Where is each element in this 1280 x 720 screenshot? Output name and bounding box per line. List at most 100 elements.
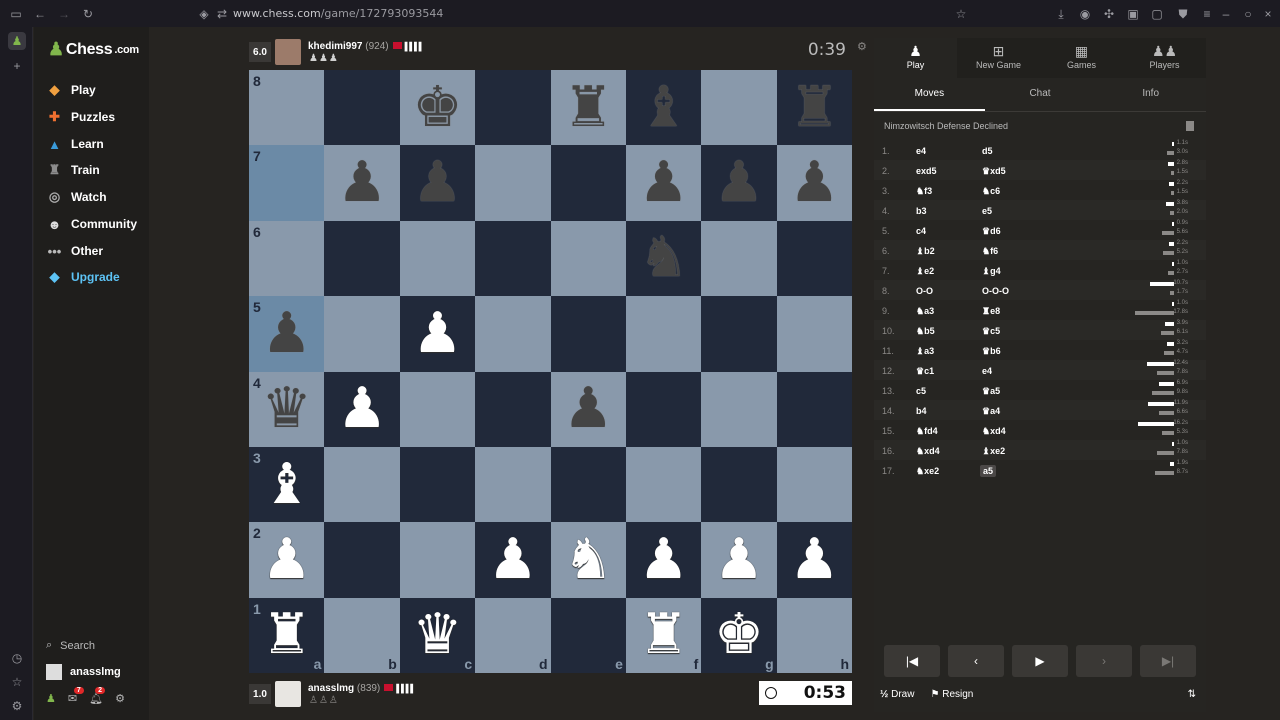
- square-a5[interactable]: 5 ♟: [249, 296, 325, 372]
- square-g2[interactable]: ♟: [701, 522, 777, 598]
- square-c4[interactable]: [399, 371, 476, 447]
- downloads-icon[interactable]: ⤓: [1053, 6, 1069, 22]
- white-move[interactable]: ♞a3: [916, 306, 934, 317]
- square-b1[interactable]: b: [324, 597, 400, 673]
- resign-button[interactable]: ⚑ Resign: [930, 689, 973, 700]
- black-knight-piece[interactable]: ♞: [638, 230, 688, 286]
- square-a1[interactable]: 1 a ♜: [249, 597, 325, 673]
- black-move[interactable]: ♛a5: [982, 386, 1000, 397]
- white-move[interactable]: ♞xd4: [916, 446, 940, 457]
- square-h8[interactable]: ♜: [776, 70, 852, 146]
- black-move[interactable]: e4: [982, 366, 992, 376]
- tab-games[interactable]: ▦ Games: [1040, 38, 1123, 78]
- draw-button[interactable]: ½ Draw: [880, 689, 914, 700]
- square-h4[interactable]: [776, 371, 852, 447]
- white-pawn-piece[interactable]: ♟: [337, 381, 387, 437]
- square-b7[interactable]: ♟: [324, 145, 400, 221]
- square-f8[interactable]: ♝: [625, 70, 702, 146]
- forward-icon[interactable]: →: [56, 6, 72, 22]
- account-icon[interactable]: ◉: [1077, 6, 1093, 22]
- black-move[interactable]: ♞f6: [982, 246, 998, 257]
- black-queen-piece[interactable]: ♛: [262, 381, 312, 437]
- next-move-button[interactable]: ›: [1076, 645, 1132, 677]
- square-c8[interactable]: ♚: [399, 70, 476, 146]
- square-d8[interactable]: [475, 70, 551, 146]
- black-move[interactable]: d5: [982, 146, 993, 156]
- white-pawn-piece[interactable]: ♟: [714, 531, 764, 588]
- square-g1[interactable]: g ♚: [701, 597, 777, 673]
- bottom-player-avatar[interactable]: [275, 681, 301, 707]
- bookmarks-icon[interactable]: ☆: [8, 673, 26, 691]
- url-bar[interactable]: www.chess.com/game/172793093544: [233, 7, 443, 20]
- square-b4[interactable]: ♟: [324, 371, 400, 447]
- square-e6[interactable]: [550, 220, 626, 297]
- square-f3[interactable]: [625, 446, 702, 523]
- white-move[interactable]: b3: [916, 206, 927, 216]
- black-move[interactable]: O-O-O: [982, 286, 1009, 296]
- black-pawn-piece[interactable]: ♟: [412, 155, 462, 211]
- sidebar-item-watch[interactable]: ◎ Watch: [46, 186, 107, 208]
- square-a6[interactable]: 6: [249, 220, 325, 297]
- black-move[interactable]: ♜e8: [982, 306, 1000, 317]
- shield-icon[interactable]: ◈: [196, 6, 212, 22]
- square-a3[interactable]: 3 ♝: [249, 446, 325, 523]
- white-king-piece[interactable]: ♚: [714, 607, 764, 663]
- sidebar-item-learn[interactable]: ▲ Learn: [46, 133, 104, 155]
- history-icon[interactable]: ◷: [8, 649, 26, 667]
- container-icon[interactable]: ▣: [1125, 6, 1141, 22]
- reload-icon[interactable]: ↻: [80, 6, 96, 22]
- sidebar-item-play[interactable]: ◆ Play: [46, 79, 96, 101]
- black-move[interactable]: ♛b6: [982, 346, 1001, 357]
- black-rook-piece[interactable]: ♜: [563, 79, 613, 136]
- white-move[interactable]: O-O: [916, 286, 933, 296]
- square-b3[interactable]: [324, 446, 400, 523]
- first-move-button[interactable]: |◀: [884, 645, 940, 677]
- black-move[interactable]: ♛xd5: [982, 166, 1006, 177]
- white-knight-piece[interactable]: ♞: [563, 531, 613, 588]
- subtab-chat[interactable]: Chat: [985, 78, 1096, 111]
- black-rook-piece[interactable]: ♜: [789, 79, 839, 136]
- white-move[interactable]: ♞fd4: [916, 426, 938, 437]
- white-rook-piece[interactable]: ♜: [638, 607, 688, 663]
- chess-logo[interactable]: ♟ Chess .com: [48, 39, 139, 60]
- black-move[interactable]: ♛c5: [982, 326, 1000, 337]
- white-move[interactable]: c4: [916, 226, 926, 236]
- play-button[interactable]: ▶: [1012, 645, 1068, 677]
- square-h3[interactable]: [776, 446, 852, 523]
- sidebar-item-community[interactable]: ☻ Community: [46, 213, 137, 235]
- square-a8[interactable]: 8: [249, 70, 325, 146]
- white-pawn-piece[interactable]: ♟: [262, 531, 312, 588]
- minimize-icon[interactable]: –: [1218, 6, 1234, 22]
- white-move[interactable]: ♛c1: [916, 366, 934, 377]
- top-player-avatar[interactable]: [275, 39, 301, 65]
- white-pawn-piece[interactable]: ♟: [789, 531, 839, 588]
- black-pawn-piece[interactable]: ♟: [638, 155, 688, 211]
- square-f2[interactable]: ♟: [625, 522, 702, 598]
- friends-icon[interactable]: ♟: [46, 692, 56, 705]
- add-panel-icon[interactable]: +: [8, 57, 26, 75]
- square-e8[interactable]: ♜: [550, 70, 626, 146]
- square-d1[interactable]: d: [475, 597, 551, 673]
- square-c2[interactable]: [399, 522, 476, 598]
- bell-icon[interactable]: 🔔︎ 2: [89, 687, 105, 705]
- gear-icon[interactable]: ⚙: [115, 692, 125, 705]
- square-d3[interactable]: [475, 446, 551, 523]
- close-window-icon[interactable]: ×: [1260, 6, 1276, 22]
- square-c3[interactable]: [399, 446, 476, 523]
- white-move[interactable]: ♝e2: [916, 266, 934, 277]
- square-c7[interactable]: ♟: [399, 145, 476, 221]
- restore-icon[interactable]: ○: [1240, 6, 1256, 22]
- square-g5[interactable]: [701, 296, 777, 372]
- square-b2[interactable]: [324, 522, 400, 598]
- black-move[interactable]: ♝xe2: [982, 446, 1005, 457]
- subtab-info[interactable]: Info: [1095, 78, 1206, 111]
- tab-new-game[interactable]: ⊞ New Game: [957, 38, 1040, 78]
- chess-board[interactable]: 8 ♚ ♜ ♝ ♜ 7 ♟ ♟ ♟ ♟ ♟ 6 ♞ 5 ♟ ♟ 4 ♛ ♟ ♟ 3 ♝ 2 ♟ ♟ ♞ ♟ ♟ ♟ 1 a ♜ b c ♛ d e f ♜ g…: [249, 70, 852, 673]
- square-g8[interactable]: [701, 70, 777, 146]
- sidebar-item-upgrade[interactable]: ◆ Upgrade: [46, 266, 120, 288]
- sidebar-item-train[interactable]: ♜ Train: [46, 159, 100, 181]
- square-f4[interactable]: [625, 371, 702, 447]
- white-bishop-piece[interactable]: ♝: [262, 456, 312, 513]
- square-c1[interactable]: c ♛: [399, 597, 476, 673]
- square-f1[interactable]: f ♜: [625, 597, 702, 673]
